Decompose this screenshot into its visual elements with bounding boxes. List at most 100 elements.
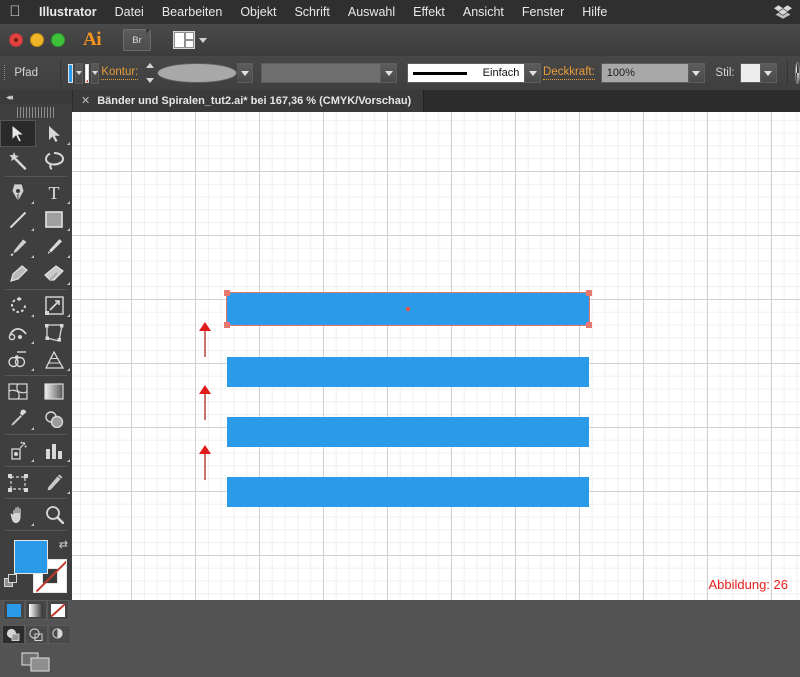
stroke-weight-stepper[interactable]: [146, 63, 154, 83]
graphic-style-swatch[interactable]: [740, 63, 761, 83]
color-mode-button[interactable]: [3, 600, 25, 620]
menu-bearbeiten[interactable]: Bearbeiten: [153, 0, 231, 24]
paint-mode-buttons: [0, 600, 72, 620]
hand-tool[interactable]: [0, 501, 36, 528]
tool-options-corner: [31, 314, 34, 317]
zoom-button[interactable]: [51, 33, 65, 47]
document-tab[interactable]: ✕ Bänder und Spiralen_tut2.ai* bei 167,3…: [72, 90, 424, 112]
stroke-options-link[interactable]: Kontur:: [101, 66, 138, 80]
draw-inside-button[interactable]: [48, 625, 71, 644]
menu-datei[interactable]: Datei: [106, 0, 153, 24]
column-graph-tool[interactable]: [36, 437, 72, 464]
eraser-tool[interactable]: [36, 260, 72, 287]
tools-panel-grip[interactable]: [17, 107, 55, 118]
apple-logo-icon[interactable]: : [0, 0, 30, 25]
blend-tool[interactable]: [36, 405, 72, 432]
selection-tool[interactable]: [0, 120, 36, 147]
stroke-weight-dropdown[interactable]: [237, 63, 253, 83]
swap-fill-stroke-icon[interactable]: ⇄: [59, 538, 68, 551]
control-bar-grip[interactable]: [4, 65, 5, 81]
dropbox-icon[interactable]: [774, 3, 792, 21]
none-mode-button[interactable]: [47, 600, 69, 620]
ribbon-bar-2[interactable]: [227, 357, 589, 387]
menu-fenster[interactable]: Fenster: [513, 0, 573, 24]
stroke-profile-field[interactable]: [261, 63, 381, 83]
tool-grid: T: [0, 120, 72, 533]
tool-options-corner: [67, 314, 70, 317]
paintbrush-tool[interactable]: [0, 233, 36, 260]
stepper-down-icon[interactable]: [146, 78, 154, 83]
tools-panel-header[interactable]: ◂◂: [0, 90, 72, 104]
blob-brush-tool[interactable]: [0, 260, 36, 287]
brush-definition-field[interactable]: Einfach: [407, 63, 525, 83]
artboard-tool[interactable]: [0, 469, 36, 496]
draw-behind-button[interactable]: [25, 625, 48, 644]
shape-builder-tool[interactable]: [0, 346, 36, 373]
zoom-tool[interactable]: [36, 501, 72, 528]
graphic-styles-icon[interactable]: [795, 62, 800, 84]
divider: [5, 498, 67, 499]
collapse-panel-icon[interactable]: ◂◂: [6, 92, 11, 103]
rectangle-tool[interactable]: [36, 206, 72, 233]
menu-objekt[interactable]: Objekt: [231, 0, 285, 24]
document-canvas[interactable]: Abbildung: 26: [72, 112, 800, 600]
menu-auswahl[interactable]: Auswahl: [339, 0, 404, 24]
anchor-point-bl[interactable]: [224, 322, 230, 328]
opacity-dropdown[interactable]: [689, 63, 705, 83]
menu-schrift[interactable]: Schrift: [285, 0, 338, 24]
minimize-button[interactable]: [30, 33, 44, 47]
menu-ansicht[interactable]: Ansicht: [454, 0, 513, 24]
anchor-point-br[interactable]: [586, 322, 592, 328]
lasso-tool[interactable]: [36, 147, 72, 174]
tool-options-corner: [31, 427, 34, 430]
close-icon[interactable]: ✕: [81, 96, 90, 107]
menu-effekt[interactable]: Effekt: [404, 0, 454, 24]
go-to-bridge-button[interactable]: Br: [123, 29, 151, 51]
opacity-options-link[interactable]: Deckkraft:: [543, 66, 595, 80]
tool-options-corner: [31, 459, 34, 462]
fill-indicator[interactable]: [14, 540, 48, 574]
scale-tool[interactable]: [36, 292, 72, 319]
stroke-profile-dropdown[interactable]: [381, 63, 397, 83]
mesh-tool[interactable]: [0, 378, 36, 405]
ribbon-bar-4[interactable]: [227, 477, 589, 507]
graphic-style-dropdown[interactable]: [761, 63, 777, 83]
anchor-point-tr[interactable]: [586, 290, 592, 296]
free-transform-tool[interactable]: [36, 319, 72, 346]
pen-tool[interactable]: [0, 179, 36, 206]
symbol-sprayer-tool[interactable]: [0, 437, 36, 464]
brush-definition-dropdown[interactable]: [525, 63, 541, 83]
width-tool[interactable]: [0, 319, 36, 346]
eyedropper-tool[interactable]: [0, 405, 36, 432]
direct-selection-tool[interactable]: [36, 120, 72, 147]
fill-color-dropdown[interactable]: [75, 63, 83, 84]
rotate-tool[interactable]: [0, 292, 36, 319]
magic-wand-tool[interactable]: [0, 147, 36, 174]
gradient-tool[interactable]: [36, 378, 72, 405]
menu-hilfe[interactable]: Hilfe: [573, 0, 616, 24]
control-bar: Pfad Kontur: Einfach Deck: [0, 56, 800, 91]
ribbon-bar-3[interactable]: [227, 417, 589, 447]
pencil-tool[interactable]: [36, 233, 72, 260]
gradient-mode-button[interactable]: [25, 600, 47, 620]
opacity-field[interactable]: 100%: [601, 63, 689, 83]
slice-tool[interactable]: [36, 469, 72, 496]
tool-options-corner: [67, 368, 70, 371]
close-button[interactable]: [9, 33, 23, 47]
stroke-color-dropdown[interactable]: [91, 63, 99, 84]
type-tool[interactable]: T: [36, 179, 72, 206]
arrange-documents-button[interactable]: [173, 31, 207, 49]
perspective-grid-tool[interactable]: [36, 346, 72, 373]
stepper-up-icon[interactable]: [146, 63, 154, 68]
fill-color-swatch[interactable]: [68, 64, 73, 83]
default-fill-stroke-icon[interactable]: [4, 574, 18, 588]
menu-illustrator[interactable]: Illustrator: [30, 0, 106, 24]
stroke-weight-field[interactable]: [157, 63, 237, 83]
anchor-point-tl[interactable]: [224, 290, 230, 296]
draw-normal-button[interactable]: [2, 625, 25, 644]
tool-options-corner: [67, 282, 70, 285]
brush-preview-line: [413, 72, 467, 75]
stroke-color-swatch[interactable]: [85, 64, 90, 83]
change-screen-mode-button[interactable]: [21, 652, 51, 677]
line-segment-tool[interactable]: [0, 206, 36, 233]
